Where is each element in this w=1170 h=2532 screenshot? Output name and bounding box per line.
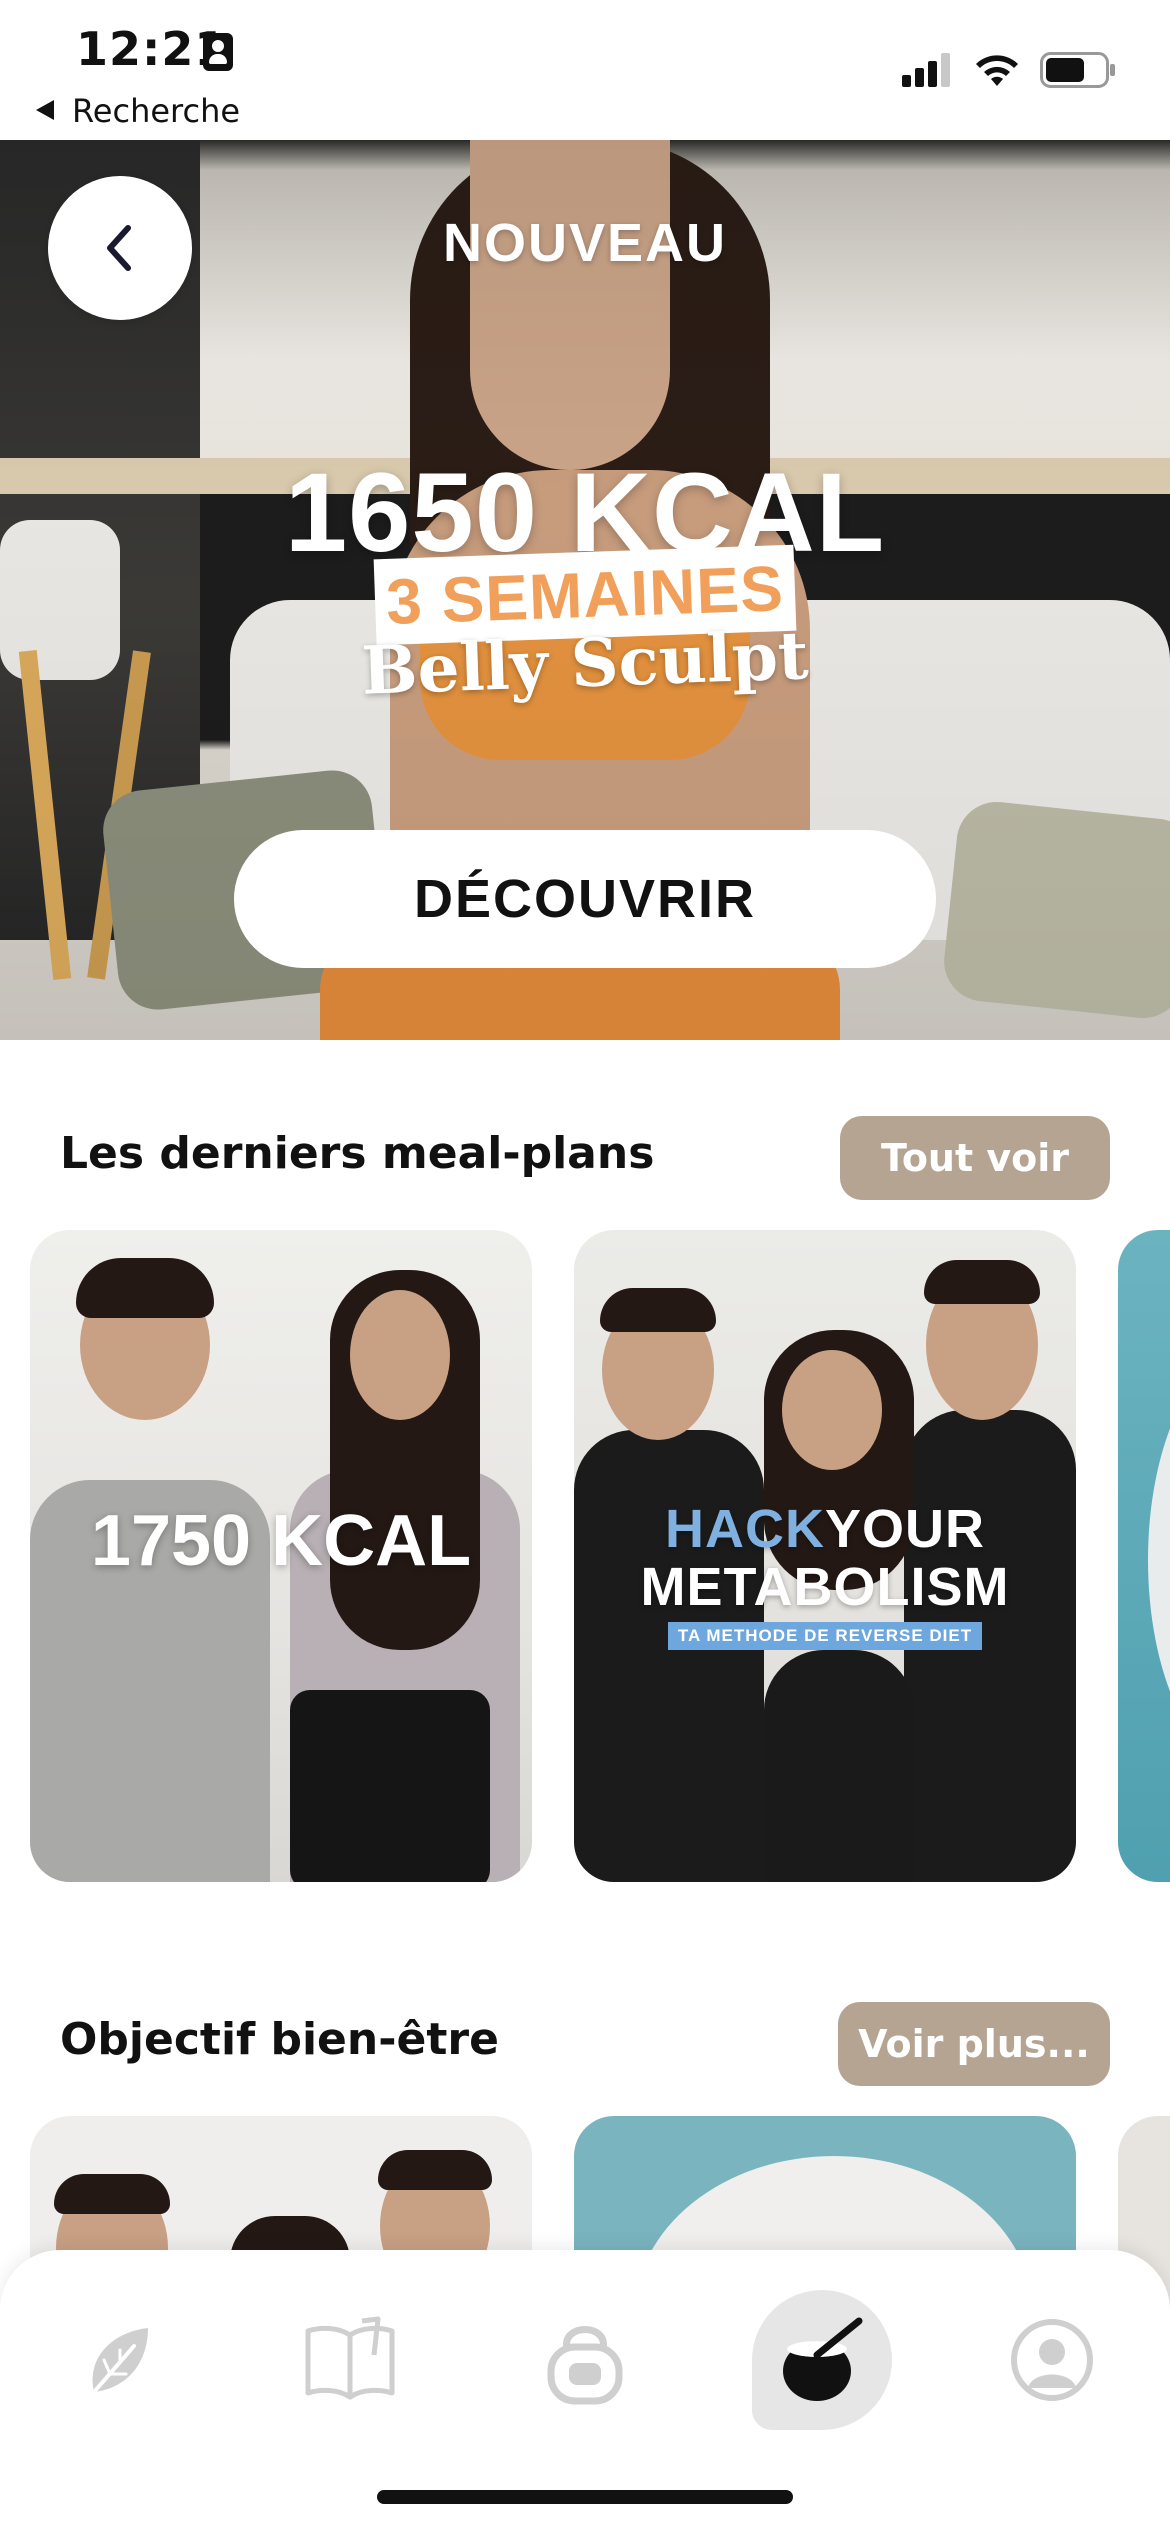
tab-recipes[interactable]: [280, 2290, 420, 2430]
hack-word: HACK: [664, 1499, 825, 1559]
tab-meal-plans[interactable]: [752, 2290, 892, 2430]
meal-plans-title: Les derniers meal-plans: [60, 1128, 655, 1179]
bowl-icon: [783, 2317, 863, 2401]
leaf-icon: [92, 2328, 148, 2394]
wifi-icon: [976, 55, 1018, 86]
tab-workout[interactable]: [515, 2290, 655, 2430]
discover-button[interactable]: DÉCOUVRIR: [234, 830, 936, 968]
tab-profile[interactable]: [982, 2290, 1122, 2430]
status-bar: 12:21 Recherche: [0, 0, 1170, 140]
see-all-button[interactable]: Tout voir: [840, 1116, 1110, 1200]
book-icon: [305, 2316, 395, 2400]
see-more-button[interactable]: Voir plus...: [838, 2002, 1110, 2086]
reverse-diet-subtitle: TA METHODE DE REVERSE DIET: [667, 1622, 983, 1650]
battery-icon: [1040, 52, 1115, 88]
meal-plan-card-1750[interactable]: 1750 KCAL: [30, 1230, 532, 1882]
card-kcal-title: 1750 KCAL: [90, 1501, 472, 1581]
profile-icon: [1011, 2319, 1093, 2401]
back-to-app-icon[interactable]: [36, 100, 54, 120]
meal-plan-card-partial[interactable]: [1118, 1230, 1170, 1882]
wellbeing-title: Objectif bien-être: [60, 2014, 499, 2065]
status-icons: [902, 52, 1116, 88]
hero-tag: NOUVEAU: [442, 213, 728, 273]
kettlebell-icon: [547, 2326, 623, 2405]
tab-nutrition[interactable]: [48, 2290, 188, 2430]
contact-icon: [203, 33, 233, 71]
metabolism-word: METABOLISM: [640, 1557, 1010, 1617]
signal-icon: [902, 53, 950, 87]
back-to-app-label[interactable]: Recherche: [72, 92, 240, 130]
home-indicator: [377, 2490, 793, 2504]
meal-plan-card-hack[interactable]: HACKYOUR METABOLISM TA METHODE DE REVERS…: [574, 1230, 1076, 1882]
your-word: YOUR: [824, 1499, 985, 1559]
hack-metabolism-title: HACKYOUR METABOLISM TA METHODE DE REVERS…: [574, 1498, 1076, 1650]
